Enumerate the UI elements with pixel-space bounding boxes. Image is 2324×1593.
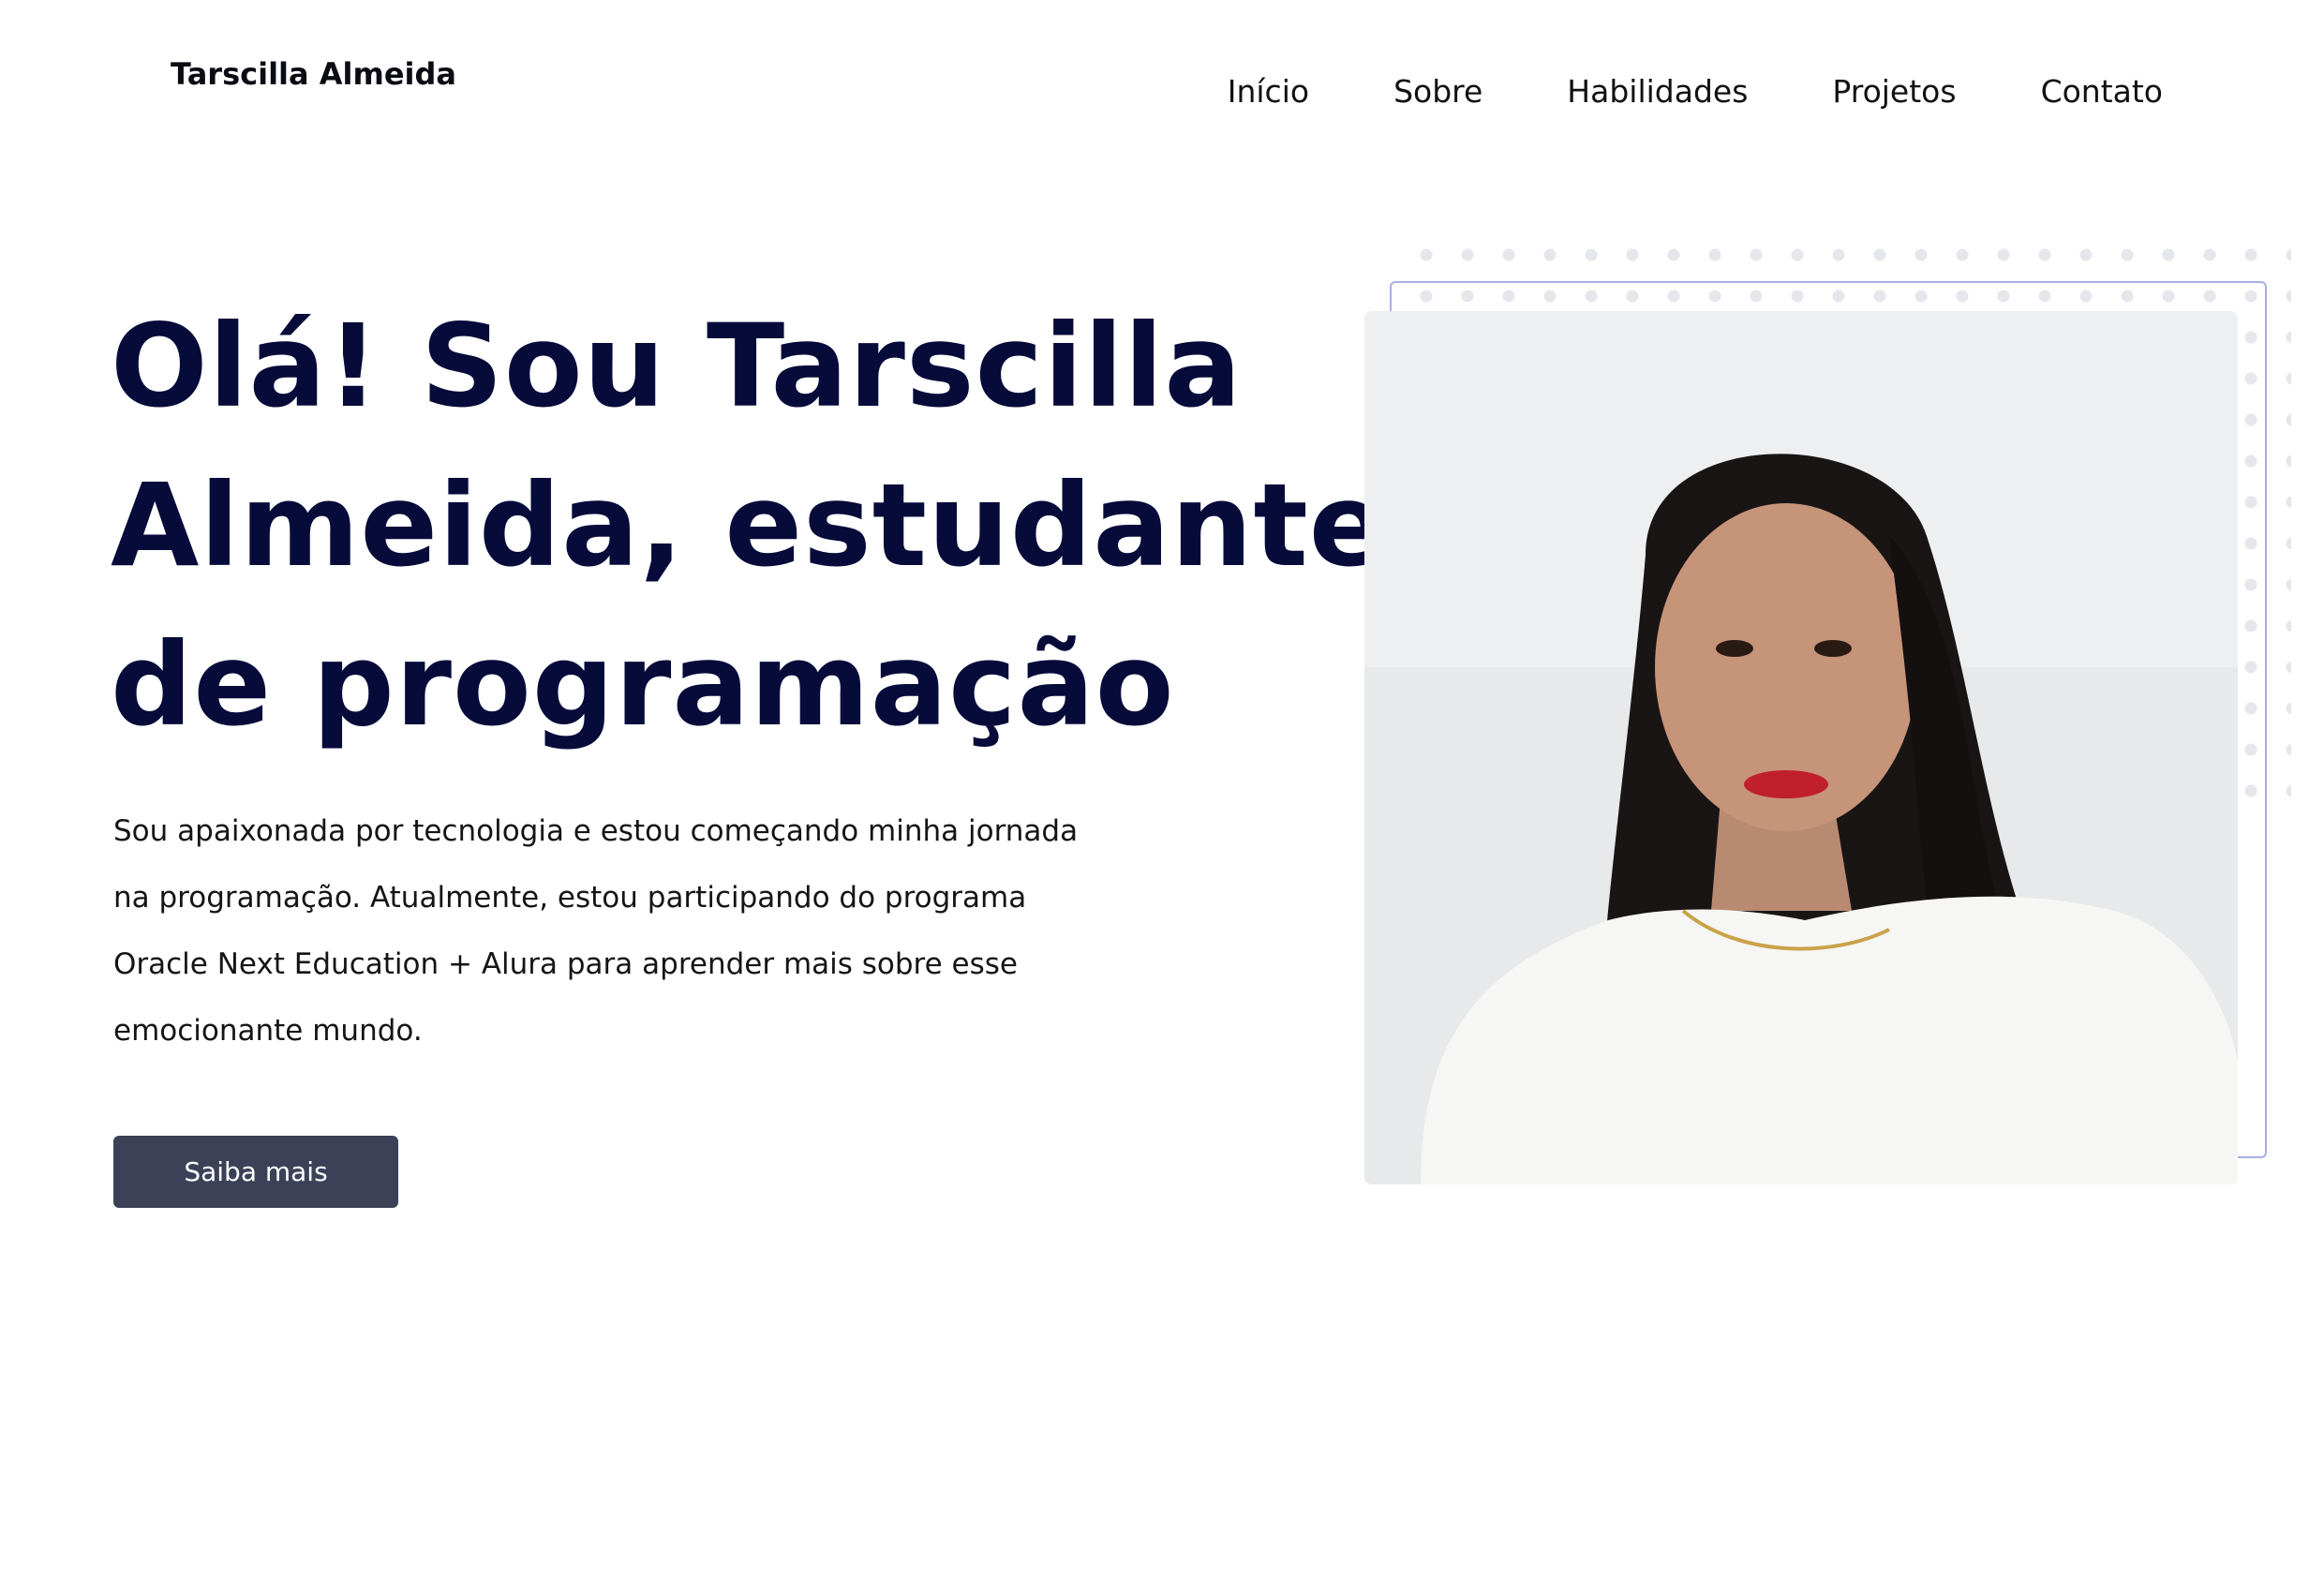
hero-description-line: Sou apaixonada por tecnologia e estou co… [113, 814, 1079, 848]
profile-photo [1364, 311, 2238, 1184]
hero-title-line: Olá! Sou Tarscilla [111, 300, 1243, 433]
hero-description: Sou apaixonada por tecnologia e estou co… [113, 798, 1097, 1064]
portfolio-page: Tarscilla Almeida Início Sobre Habilidad… [0, 0, 2324, 1593]
saiba-mais-button[interactable]: Saiba mais [113, 1136, 398, 1208]
hero-description-line: na programação. Atualmente, estou partic… [113, 881, 1027, 915]
hero-description-line: emocionante mundo. [113, 1014, 423, 1048]
nav-link-inicio[interactable]: Início [1228, 73, 1309, 110]
hero-title-line: de programação [111, 618, 1175, 752]
nav-link-habilidades[interactable]: Habilidades [1567, 73, 1748, 110]
nav-link-sobre[interactable]: Sobre [1393, 73, 1482, 110]
nav-link-projetos[interactable]: Projetos [1832, 73, 1956, 110]
main-nav: Início Sobre Habilidades Projetos Contat… [1228, 73, 2163, 110]
brand-name[interactable]: Tarscilla Almeida [171, 56, 456, 92]
hero-title-line: Almeida, estudante [111, 459, 1388, 592]
hero-description-line: Oracle Next Education + Alura para apren… [113, 947, 1018, 981]
hero-title: Olá! Sou Tarscilla Almeida, estudante de… [111, 287, 1388, 765]
nav-link-contato[interactable]: Contato [2041, 73, 2163, 110]
